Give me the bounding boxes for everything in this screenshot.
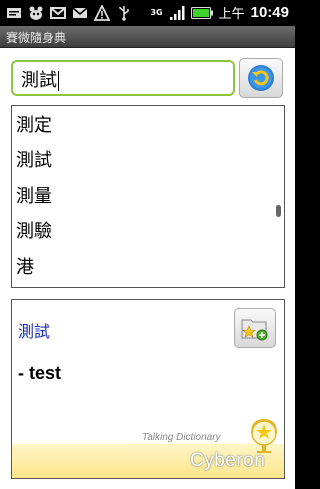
system-icons: 3G 上午 10:49	[150, 3, 289, 22]
search-input[interactable]: 測試	[11, 60, 235, 96]
list-item[interactable]: 測試	[12, 142, 284, 178]
definition-meaning: - test	[18, 363, 62, 383]
email-icon	[72, 7, 88, 18]
message-icon	[7, 8, 21, 18]
text-cursor	[58, 71, 59, 91]
notification-icons	[6, 5, 132, 21]
app-content: 測試 測定 測試 測量 測驗 港 測試 - test Talking Dicti…	[0, 48, 295, 489]
scrollbar[interactable]	[276, 205, 281, 217]
refresh-icon	[248, 65, 274, 91]
3g-icon: 3G	[150, 8, 163, 17]
status-bar: 3G 上午 10:49	[0, 0, 295, 26]
definition-word: 測試	[18, 322, 51, 341]
app-title-bar: 賽微隨身典	[0, 26, 295, 48]
panda-icon	[29, 6, 43, 20]
add-favorite-button[interactable]	[234, 308, 276, 348]
list-item[interactable]: 港	[12, 248, 284, 284]
battery-icon	[190, 6, 213, 19]
usb-icon	[119, 6, 129, 21]
list-item[interactable]: 測定	[12, 106, 284, 142]
suggestion-list[interactable]: 測定 測試 測量 測驗 港	[11, 105, 285, 288]
search-input-value: 測試	[21, 70, 57, 91]
ampm-label: 上午	[218, 7, 245, 22]
alert-icon	[94, 5, 110, 21]
list-item[interactable]: 測量	[12, 177, 284, 213]
refresh-button[interactable]	[239, 58, 283, 98]
mascot-icon	[251, 418, 277, 453]
brand-tagline: Talking Dictionary	[142, 432, 221, 443]
clock: 10:49	[250, 4, 289, 21]
signal-icon	[169, 5, 185, 20]
app-title: 賽微隨身典	[6, 31, 67, 45]
add-favorite-icon	[241, 319, 268, 341]
list-item[interactable]: 測驗	[12, 213, 284, 249]
definition-panel: 測試 - test Talking Dictionary Cyberon	[11, 299, 285, 479]
gmail-icon	[50, 7, 66, 19]
